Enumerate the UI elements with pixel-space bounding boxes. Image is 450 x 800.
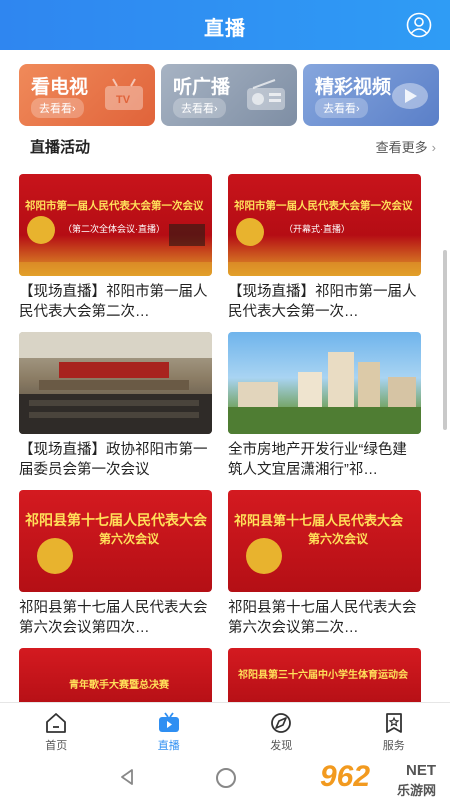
card-subtitle: 去看看› [315,98,368,118]
tab-label: 首页 [45,740,68,752]
thumbnail-subtitle: （第二次全体会议·直播） [63,224,165,234]
live-item-title: 【现场直播】祁阳市第一届人民代表大会第一次… [228,284,417,320]
card-subtitle: 去看看› [31,98,84,118]
chevron-right-icon: › [431,140,436,155]
card-subtitle: 去看看› [173,98,226,118]
watermark-number: 962 [320,760,371,793]
tab-services[interactable]: 服务 [338,703,450,756]
compass-icon [271,713,292,733]
live-item-title: 【现场直播】政协祁阳市第一届委员会第一次会议 [19,442,208,478]
view-more-label: 查看更多 [375,140,428,155]
thumbnail-subtitle: 第六次会议 [308,532,369,546]
card-title: 精彩视频 [315,77,392,98]
page-title: 直播 [204,18,246,40]
system-navigation-bar: 962 NET 乐游网 [0,756,450,800]
watermark-net: NET [406,762,436,779]
live-activities-header: 直播活动 查看更多 › [30,136,436,160]
site-watermark: 962 NET 乐游网 [314,760,444,798]
back-triangle-icon[interactable] [118,768,136,786]
svg-text:TV: TV [116,94,131,106]
live-item[interactable]: 青年歌手大赛暨总决赛 [19,648,212,702]
live-thumbnail: 青年歌手大赛暨总决赛 [19,648,212,702]
live-thumbnail [228,332,421,434]
live-item-title: 【现场直播】祁阳市第一届人民代表大会第二次… [19,284,208,320]
live-thumbnail: 祁阳县第十七届人民代表大会 第六次会议 [228,490,421,592]
section-title: 直播活动 [30,139,91,156]
home-icon [46,713,67,733]
app-header: 直播 [0,0,450,50]
thumbnail-title: 祁阳县第十七届人民代表大会 [25,512,207,528]
thumbnail-title: 祁阳县第三十六届中小学生体育运动会 [238,670,408,681]
thumbnail-title: 祁阳县第十七届人民代表大会 [234,513,404,528]
play-icon [392,83,428,109]
live-item[interactable]: 祁阳县第十七届人民代表大会 第六次会议 祁阳县第十七届人民代表大会第六次会议第二… [228,490,421,638]
listen-radio-card[interactable]: 听广播 去看看› [161,64,297,126]
highlight-video-card[interactable]: 精彩视频 去看看› [303,64,439,126]
tv-icon: TV [105,78,143,110]
thumbnail-subtitle: （开幕式·直播） [284,224,350,234]
live-item[interactable]: 【现场直播】政协祁阳市第一届委员会第一次会议 [19,332,212,480]
meeting-hall-photo [19,332,212,434]
home-circle-button[interactable] [216,768,236,788]
thumbnail-title: 青年歌手大赛暨总决赛 [69,680,169,691]
live-thumbnail: 祁阳县第十七届人民代表大会 第六次会议 [19,490,212,592]
tab-label: 服务 [382,740,405,752]
live-item-title: 祁阳县第十七届人民代表大会第六次会议第二次… [228,600,417,636]
live-tv-icon [158,712,179,732]
city-buildings-photo [228,352,421,434]
scrollbar[interactable] [443,250,447,430]
user-profile-icon[interactable] [406,12,432,38]
live-thumbnail: 祁阳市第一届人民代表大会第一次会议 （开幕式·直播） [228,174,421,276]
live-item[interactable]: 祁阳市第一届人民代表大会第一次会议 （第二次全体会议·直播） 【现场直播】祁阳市… [19,174,212,322]
view-more-link[interactable]: 查看更多 › [376,137,436,156]
live-thumbnail [19,332,212,434]
card-title: 听广播 [173,77,231,98]
live-item[interactable]: 祁阳县第三十六届中小学生体育运动会 [228,648,421,702]
tab-label: 发现 [270,740,293,752]
live-item-title: 祁阳县第十七届人民代表大会第六次会议第四次… [19,600,208,636]
live-item[interactable]: 祁阳县第十七届人民代表大会 第六次会议 祁阳县第十七届人民代表大会第六次会议第四… [19,490,212,638]
star-bookmark-icon [385,713,402,733]
tab-live[interactable]: 直播 [113,703,226,756]
category-cards: 看电视 去看看› TV 听广播 去看看› 精彩视频 去看看› [19,64,439,126]
live-item-title: 全市房地产开发行业“绿色建筑人文宜居潇湘行”祁… [228,442,407,478]
live-item[interactable]: 全市房地产开发行业“绿色建筑人文宜居潇湘行”祁… [228,332,421,480]
watch-tv-card[interactable]: 看电视 去看看› TV [19,64,155,126]
main-content[interactable]: 看电视 去看看› TV 听广播 去看看› 精彩视频 去看看› 直播活动 查看更多… [0,50,450,702]
live-thumbnail: 祁阳县第三十六届中小学生体育运动会 [228,648,421,702]
live-item[interactable]: 祁阳市第一届人民代表大会第一次会议 （开幕式·直播） 【现场直播】祁阳市第一届人… [228,174,421,322]
thumbnail-title: 祁阳市第一届人民代表大会第一次会议 [25,200,204,212]
live-thumbnail: 祁阳市第一届人民代表大会第一次会议 （第二次全体会议·直播） [19,174,212,276]
tab-home[interactable]: 首页 [0,703,113,756]
thumbnail-subtitle: 第六次会议 [99,532,160,546]
bottom-tab-bar: 首页 直播 发现 服务 [0,702,450,756]
thumbnail-title: 祁阳市第一届人民代表大会第一次会议 [234,200,413,212]
radio-icon [247,79,285,110]
tab-label: 直播 [157,740,180,752]
card-title: 看电视 [31,77,89,98]
watermark-subtitle: 乐游网 [396,783,436,798]
tab-discover[interactable]: 发现 [225,703,338,756]
